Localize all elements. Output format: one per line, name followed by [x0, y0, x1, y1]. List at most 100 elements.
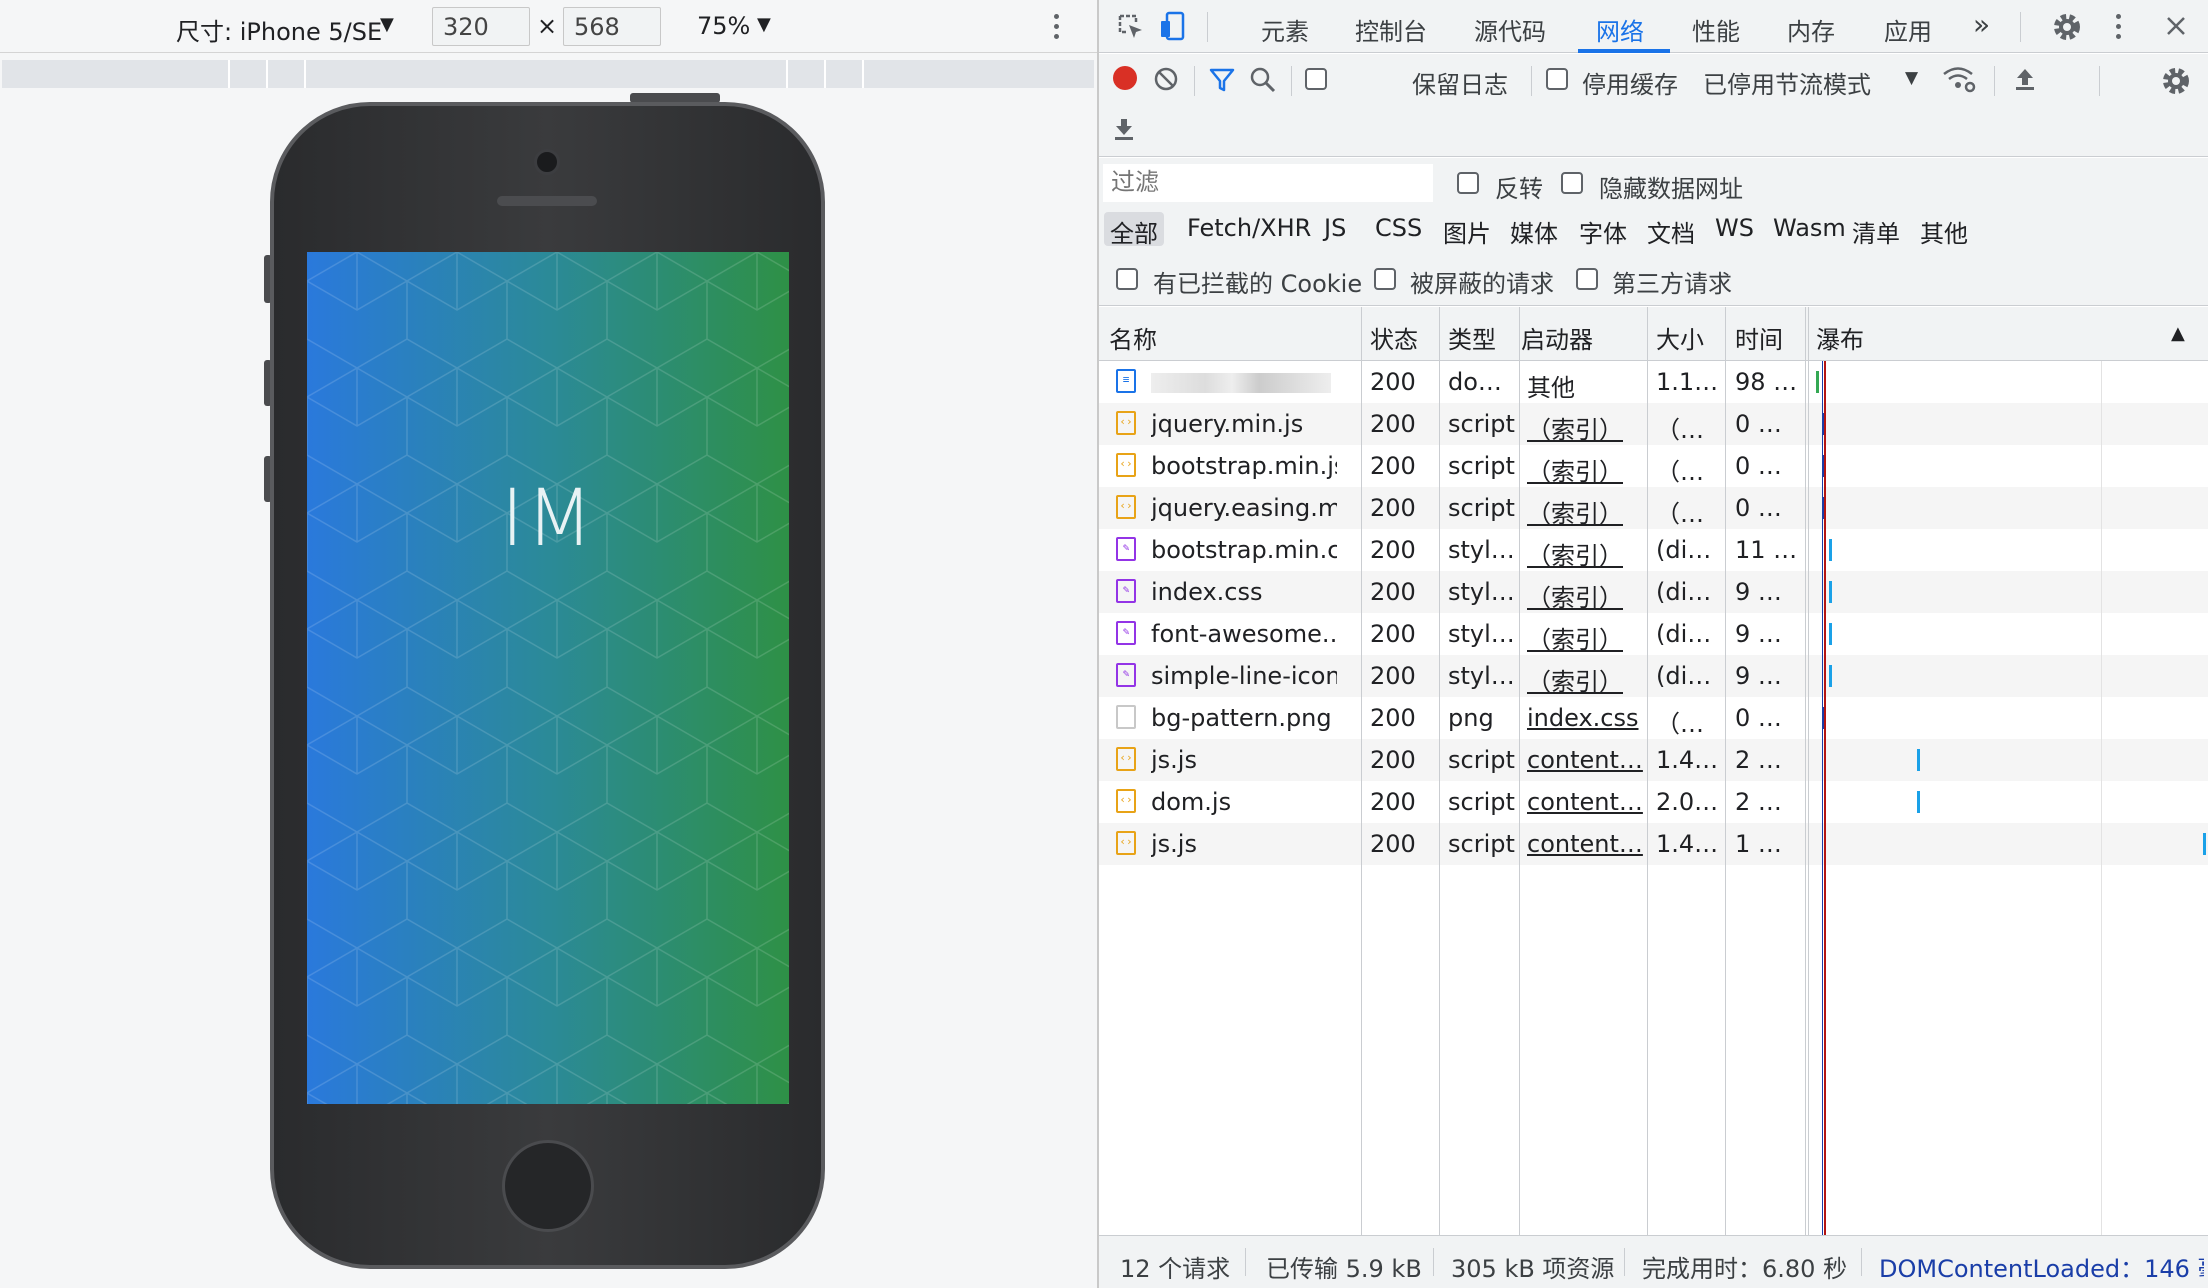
height-input[interactable]: 568 — [563, 7, 661, 46]
tab-elements[interactable]: 元素 — [1261, 12, 1309, 47]
search-icon[interactable] — [1249, 66, 1277, 94]
table-row[interactable]: ✎ simple-line-icon… 200 styl… （索引） (di… 9 … — [1099, 655, 2208, 697]
filter-input[interactable] — [1103, 164, 1433, 202]
blocked-requests-checkbox[interactable] — [1374, 268, 1396, 290]
tab-performance[interactable]: 性能 — [1692, 12, 1740, 47]
cell-name[interactable]: js.js — [1151, 746, 1197, 774]
blocked-cookies-checkbox[interactable] — [1116, 268, 1138, 290]
column-type[interactable]: 类型 — [1448, 320, 1496, 355]
invert-checkbox[interactable] — [1457, 172, 1479, 194]
table-row[interactable]: ‹› bootstrap.min.js 200 script （索引） （… 0 … — [1099, 445, 2208, 487]
cell-status: 200 — [1370, 788, 1416, 816]
table-row[interactable]: ‹› js.js 200 script content… 1.4… 2 … — [1099, 739, 2208, 781]
sort-ascending-icon[interactable]: ▲ — [2171, 323, 2185, 344]
cell-initiator[interactable]: （索引） — [1527, 410, 1623, 445]
cell-name[interactable]: js.js — [1151, 830, 1197, 858]
cell-size: 1.4… — [1656, 830, 1719, 858]
throttling-dropdown-icon[interactable]: ▼ — [1905, 68, 1918, 88]
type-filter-manifest[interactable]: 清单 — [1846, 212, 1906, 248]
type-filter-doc[interactable]: 文档 — [1641, 212, 1701, 248]
type-filter-fetch-xhr[interactable]: Fetch/XHR — [1181, 212, 1317, 246]
tab-network[interactable]: 网络 — [1596, 12, 1644, 47]
phone-screen[interactable]: IM — [307, 252, 789, 1104]
cell-initiator[interactable]: content… — [1527, 830, 1643, 858]
cell-name[interactable]: bootstrap.min.js — [1151, 452, 1337, 480]
column-waterfall[interactable]: 瀑布 — [1816, 320, 1864, 355]
table-row[interactable]: ✎ bootstrap.min.css 200 styl… （索引） (di… 11 … — [1099, 529, 2208, 571]
close-icon[interactable] — [2165, 15, 2187, 37]
preserve-log-checkbox[interactable] — [1305, 68, 1327, 90]
tab-memory[interactable]: 内存 — [1787, 12, 1835, 47]
table-row[interactable]: ‹› dom.js 200 script content… 2.0… 2 … — [1099, 781, 2208, 823]
disable-cache-checkbox[interactable] — [1546, 68, 1568, 90]
import-har-icon[interactable] — [2012, 66, 2038, 92]
cell-time: 1 … — [1735, 830, 1782, 858]
clear-icon[interactable] — [1152, 65, 1180, 93]
type-filter-wasm[interactable]: Wasm — [1767, 212, 1852, 246]
requests-table: 名称 状态 类型 启动器 大小 时间 瀑布 ▲ ≡ 200 do… 其他 1.1… 98 … — [1099, 307, 2208, 1235]
width-input[interactable]: 320 — [432, 7, 530, 46]
cell-name[interactable]: font-awesome.… — [1151, 620, 1337, 648]
device-dropdown-icon[interactable]: ▼ — [380, 14, 394, 35]
settings-gear-icon[interactable] — [2051, 11, 2083, 43]
table-row[interactable]: ‹› jquery.min.js 200 script （索引） （… 0 … — [1099, 403, 2208, 445]
cell-initiator[interactable]: （索引） — [1527, 452, 1623, 487]
more-options-icon[interactable] — [1052, 14, 1062, 40]
cell-initiator[interactable]: content… — [1527, 788, 1643, 816]
record-icon[interactable] — [1113, 66, 1137, 90]
hide-data-urls-checkbox[interactable] — [1561, 172, 1583, 194]
cell-name[interactable]: bootstrap.min.css — [1151, 536, 1337, 564]
column-initiator[interactable]: 启动器 — [1521, 320, 1593, 355]
tab-sources[interactable]: 源代码 — [1474, 12, 1546, 47]
cell-name[interactable]: bg-pattern.png — [1151, 704, 1332, 732]
cell-initiator[interactable]: （索引） — [1527, 662, 1623, 697]
column-time[interactable]: 时间 — [1735, 320, 1783, 355]
network-settings-gear-icon[interactable] — [2160, 65, 2192, 97]
inspect-element-icon[interactable] — [1117, 13, 1145, 41]
type-filter-font[interactable]: 字体 — [1573, 212, 1633, 248]
table-row[interactable]: ‹› jquery.easing.mi… 200 script （索引） （… 0 … — [1099, 487, 2208, 529]
filter-icon[interactable] — [1208, 66, 1236, 94]
cell-name[interactable]: simple-line-icon… — [1151, 662, 1337, 690]
network-conditions-icon[interactable] — [1942, 64, 1978, 94]
cell-status: 200 — [1370, 494, 1416, 522]
cell-initiator[interactable]: （索引） — [1527, 494, 1623, 529]
media-query-ruler[interactable] — [2, 60, 1094, 88]
type-filter-all[interactable]: 全部 — [1104, 212, 1164, 248]
tab-application[interactable]: 应用 — [1884, 12, 1932, 47]
table-row[interactable]: ≡ 200 do… 其他 1.1… 98 … — [1099, 361, 2208, 403]
cell-initiator[interactable]: content… — [1527, 746, 1643, 774]
column-size[interactable]: 大小 — [1656, 320, 1704, 355]
cell-initiator[interactable]: index.css — [1527, 704, 1639, 732]
table-row[interactable]: bg-pattern.png 200 png index.css （… 0 … — [1099, 697, 2208, 739]
cell-initiator[interactable]: （索引） — [1527, 578, 1623, 613]
cell-name[interactable]: jquery.min.js — [1151, 410, 1303, 438]
device-toolbar-icon[interactable] — [1159, 11, 1187, 43]
type-filter-img[interactable]: 图片 — [1437, 212, 1497, 248]
table-row[interactable]: ✎ font-awesome.… 200 styl… （索引） (di… 9 … — [1099, 613, 2208, 655]
cell-name[interactable]: jquery.easing.mi… — [1151, 494, 1337, 522]
cell-status: 200 — [1370, 830, 1416, 858]
cell-name[interactable]: index.css — [1151, 578, 1263, 606]
zoom-dropdown-icon[interactable]: ▼ — [757, 14, 771, 35]
column-status[interactable]: 状态 — [1370, 320, 1418, 355]
device-select[interactable]: 尺寸: iPhone 5/SE — [176, 12, 382, 47]
type-filter-js[interactable]: JS — [1318, 212, 1352, 246]
cell-initiator[interactable]: （索引） — [1527, 536, 1623, 571]
third-party-checkbox[interactable] — [1576, 268, 1598, 290]
type-filter-ws[interactable]: WS — [1709, 212, 1760, 246]
table-row[interactable]: ‹› js.js 200 script content… 1.4… 1 … — [1099, 823, 2208, 865]
more-tabs-icon[interactable]: » — [1973, 8, 1990, 41]
column-name[interactable]: 名称 — [1109, 320, 1157, 355]
table-row[interactable]: ✎ index.css 200 styl… （索引） (di… 9 … — [1099, 571, 2208, 613]
throttling-select[interactable]: 已停用节流模式 — [1703, 65, 1871, 100]
export-har-icon[interactable] — [1111, 116, 1137, 142]
cell-name[interactable]: dom.js — [1151, 788, 1231, 816]
type-filter-other[interactable]: 其他 — [1914, 212, 1974, 248]
cell-initiator[interactable]: （索引） — [1527, 620, 1623, 655]
customize-menu-icon[interactable] — [2114, 14, 2124, 40]
tab-console[interactable]: 控制台 — [1355, 12, 1427, 47]
zoom-select[interactable]: 75% — [697, 12, 750, 40]
type-filter-media[interactable]: 媒体 — [1504, 212, 1564, 248]
type-filter-css[interactable]: CSS — [1369, 212, 1428, 246]
